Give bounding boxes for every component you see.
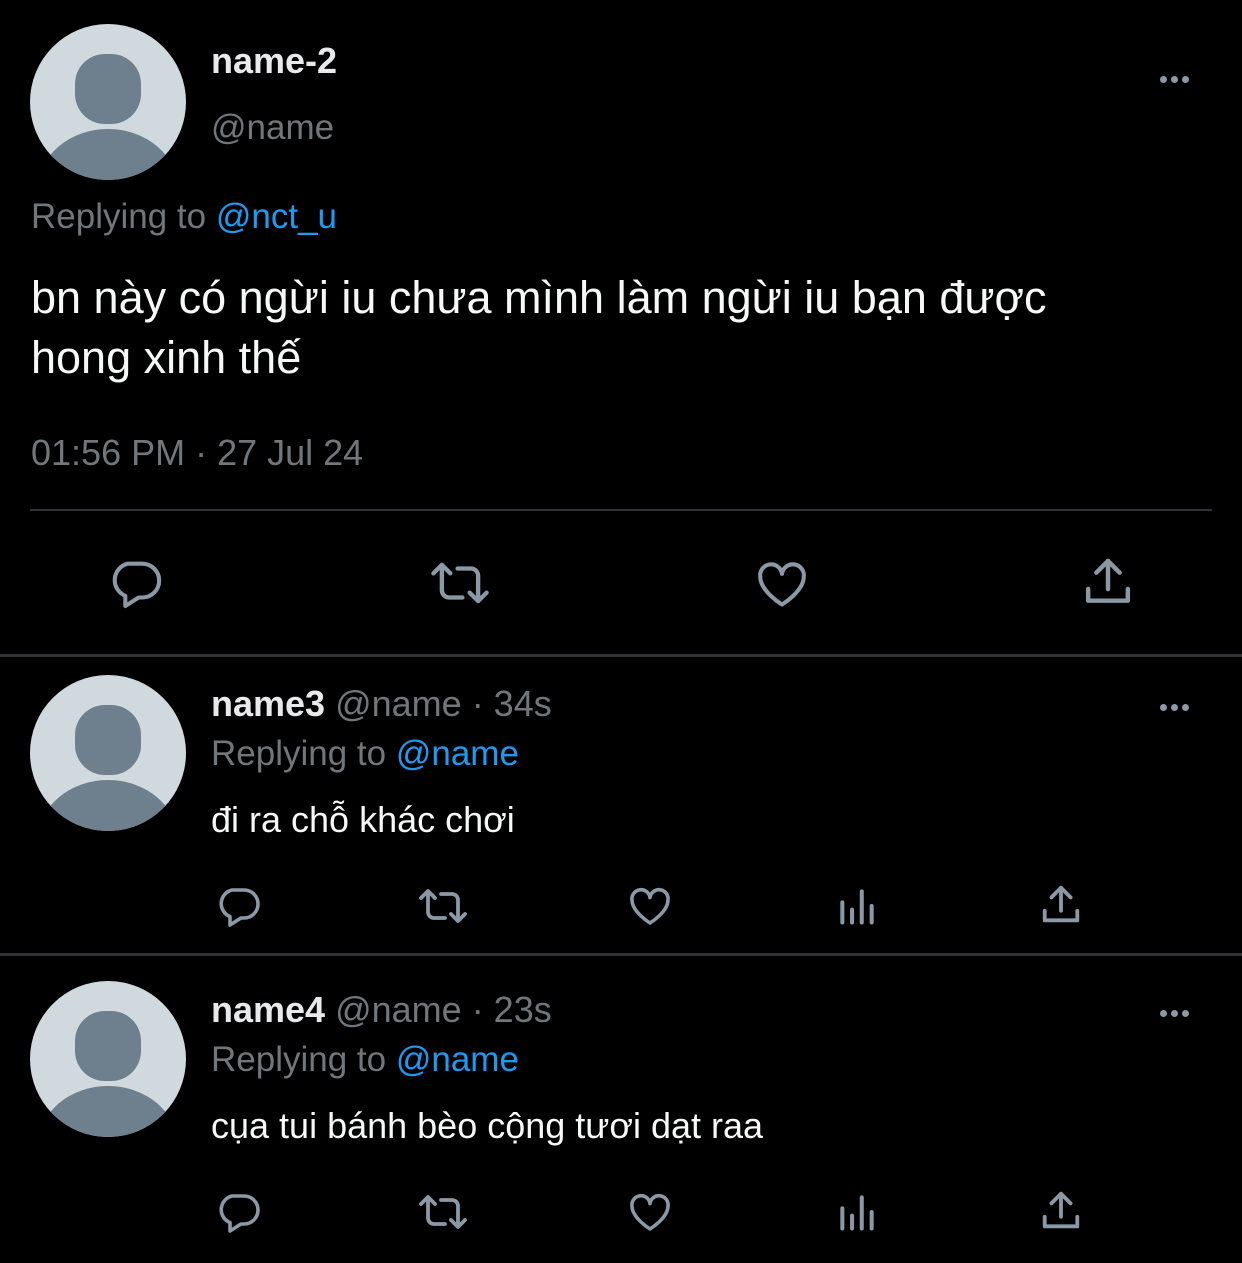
default-avatar-icon [38,1011,178,1137]
display-name[interactable]: name-2 [211,40,337,82]
share-icon[interactable] [1038,882,1084,928]
default-avatar-icon [38,705,178,831]
more-options-icon[interactable] [1160,1004,1200,1017]
display-name[interactable]: name3 [211,683,325,724]
handle-and-time[interactable]: @name · 23s [335,989,552,1030]
like-icon[interactable] [625,1188,675,1236]
handle-and-time[interactable]: @name · 34s [335,683,552,724]
tweet-text-line: hong xinh thế [31,332,302,383]
reply-header: name3 @name · 34s [211,683,552,725]
tweet-timestamp[interactable]: 01:56 PM · 27 Jul 24 [31,432,363,474]
avatar[interactable] [30,24,186,180]
divider [30,509,1212,511]
share-icon[interactable] [1080,554,1136,610]
default-avatar-icon [38,54,178,180]
reply-icon[interactable] [106,554,164,612]
replying-to-label: Replying to [211,734,387,773]
more-options-icon[interactable] [1160,698,1200,711]
replying-to-link[interactable]: @nct_u [216,197,337,236]
retweet-icon[interactable] [414,882,472,930]
divider [0,953,1242,956]
replying-to-line: Replying to @name [211,1040,519,1080]
replying-to-line: Replying to @name [211,734,519,774]
display-name[interactable]: name4 [211,989,325,1030]
avatar[interactable] [30,981,186,1137]
tweet-text: bn này có ngừi iu chưa mình làm ngừi iu … [31,268,1047,388]
tweet-text-line: bn này có ngừi iu chưa mình làm ngừi iu … [31,272,1047,323]
divider [0,654,1242,657]
replying-to-label: Replying to [31,197,207,236]
share-icon[interactable] [1038,1188,1084,1234]
more-options-icon[interactable] [1160,70,1200,83]
tweet-text: cụa tui bánh bèo cộng tươi dạt raa [211,1105,764,1146]
replying-to-link[interactable]: @name [396,1040,519,1079]
like-icon[interactable] [752,555,812,613]
tweet-text: đi ra chỗ khác chơi [211,799,515,840]
analytics-icon[interactable] [834,884,880,928]
reply-icon[interactable] [214,882,262,930]
replying-to-label: Replying to [211,1040,387,1079]
reply-icon[interactable] [214,1188,262,1236]
retweet-icon[interactable] [414,1188,472,1236]
reply-header: name4 @name · 23s [211,989,552,1031]
avatar[interactable] [30,675,186,831]
like-icon[interactable] [625,882,675,930]
replying-to-line: Replying to @nct_u [31,197,337,237]
user-handle[interactable]: @name [211,108,334,148]
replying-to-link[interactable]: @name [396,734,519,773]
analytics-icon[interactable] [834,1190,880,1234]
retweet-icon[interactable] [425,554,495,612]
